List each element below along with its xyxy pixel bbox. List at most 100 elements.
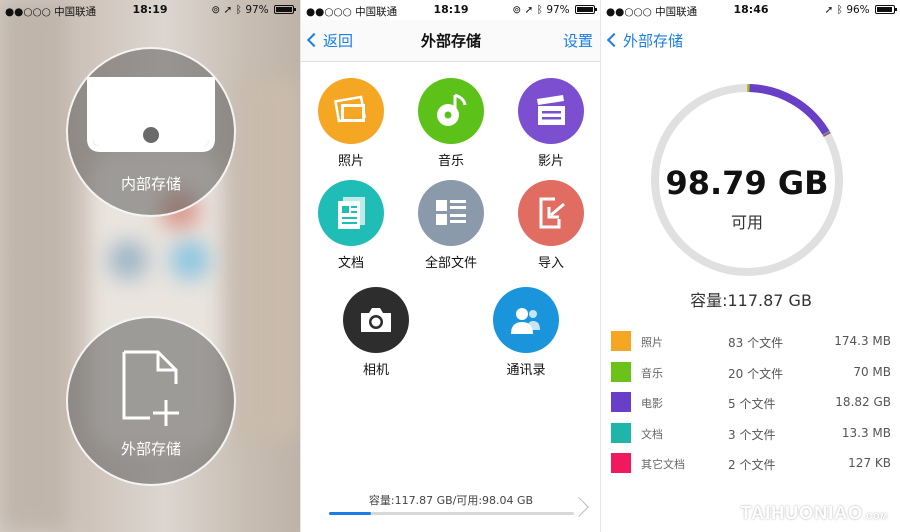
tile-all-files-label: 全部文件 (424, 256, 477, 271)
category-row: 照片 83 个文件 174.3 MB (611, 328, 895, 359)
site-watermark: TAIHUONIAO.COM (740, 503, 888, 524)
internal-storage-button[interactable]: 内部存储 (66, 47, 236, 217)
available-label: 可用 (730, 213, 763, 232)
tile-import-label: 导入 (537, 256, 564, 271)
tile-import[interactable]: 导入 (506, 180, 596, 271)
location-icon: ➚ (524, 4, 534, 16)
alarm-icon: ⊚ (512, 4, 522, 16)
category-size: 18.82 GB (835, 395, 891, 409)
watermark-suffix: .COM (863, 512, 888, 521)
category-row: 电影 5 个文件 18.82 GB (611, 389, 895, 420)
music-disc (418, 78, 484, 144)
grid-list-icon (436, 200, 466, 225)
capacity-label: 容量:117.87 GB (690, 291, 812, 310)
category-swatch (611, 392, 631, 412)
status-bar: ●●○○○ 中国联通 18:19 ⊚ ➚ ᛒ 97% (0, 0, 300, 20)
category-name: 音乐 (641, 366, 663, 380)
battery-icon (274, 5, 296, 14)
category-count: 5 个文件 (728, 397, 776, 411)
category-swatch (611, 453, 631, 473)
tile-contacts-label: 通讯录 (506, 363, 546, 378)
new-file-icon (122, 350, 179, 426)
external-storage-screen: ●●○○○ 中国联通 18:19 ⊚ ➚ ᛒ 97% 返回 外部存储 设置 照片 (300, 0, 600, 532)
category-count: 3 个文件 (728, 427, 776, 442)
category-row: 其它文档 2 个文件 127 KB (611, 450, 895, 481)
category-count: 2 个文件 (728, 458, 776, 472)
contacts-disc (493, 287, 559, 353)
bluetooth-icon: ᛒ (536, 4, 543, 16)
ring-segment (823, 131, 831, 137)
docs-disc (318, 180, 384, 246)
tile-contacts[interactable]: 通讯录 (481, 287, 571, 378)
capacity-progress-bar (329, 512, 574, 515)
battery-percent: 97% (546, 4, 570, 16)
bluetooth-icon: ᛒ (836, 4, 843, 16)
chevron-left-icon (606, 32, 622, 48)
watermark-text: TAIHUONIAO (740, 503, 864, 523)
battery-fill (577, 7, 593, 12)
storage-home-screen: ●●○○○ 中国联通 18:19 ⊚ ➚ ᛒ 97% 内部存储 外部存储 (0, 0, 300, 532)
battery-indicator: ⊚ ➚ ᛒ 97% (512, 4, 597, 16)
movies-disc (518, 78, 584, 144)
tile-movies[interactable]: 影片 (506, 78, 596, 169)
category-swatch (611, 331, 631, 351)
tile-all-files[interactable]: 全部文件 (406, 180, 496, 271)
external-storage-label: 外部存储 (120, 440, 181, 458)
tile-docs-label: 文档 (337, 256, 364, 271)
category-count: 20 个文件 (728, 366, 784, 381)
storage-detail-screen: ●●○○○ 中国联通 18:46 ➚ ᛒ 96% 外部存储 98.79 GB 可… (600, 0, 900, 532)
tile-photos[interactable]: 照片 (306, 78, 396, 169)
battery-indicator: ➚ ᛒ 96% (825, 4, 897, 16)
battery-percent: 96% (846, 4, 870, 16)
category-size: 13.3 MB (841, 425, 891, 440)
external-storage-button[interactable]: 外部存储 (66, 316, 236, 486)
import-icon (539, 197, 565, 229)
category-swatch (611, 422, 631, 443)
ring-segment (822, 130, 831, 136)
music-icon (437, 93, 467, 126)
category-count: 83 个文件 (728, 336, 784, 350)
battery-indicator: ⊚ ➚ ᛒ 97% (211, 4, 296, 16)
clapperboard-icon (537, 95, 565, 125)
internal-storage-label: 内部存储 (120, 175, 181, 193)
status-bar: ●●○○○ 中国联通 18:46 ➚ ᛒ 96% (601, 0, 900, 20)
settings-button[interactable]: 设置 (563, 30, 593, 51)
category-name: 其它文档 (641, 458, 685, 471)
available-value: 98.79 GB (665, 164, 829, 202)
photos-disc (318, 78, 384, 144)
page-title: 外部存储 (420, 32, 481, 50)
category-swatch (611, 361, 631, 382)
tile-music-label: 音乐 (437, 154, 464, 169)
status-bar: ●●○○○ 中国联通 18:19 ⊚ ➚ ᛒ 97% (301, 0, 600, 20)
category-name: 文档 (641, 427, 663, 441)
tile-camera[interactable]: 相机 (331, 287, 421, 378)
category-name: 照片 (641, 336, 663, 349)
storage-ring-chart: 98.79 GB 可用 (647, 80, 847, 280)
capacity-progress-fill (329, 512, 371, 515)
battery-fill (276, 7, 292, 12)
category-size: 70 MB (853, 364, 891, 379)
category-size: 127 KB (848, 456, 891, 470)
contacts-icon (511, 308, 540, 334)
camera-icon (361, 308, 391, 332)
category-row: 文档 3 个文件 13.3 MB (611, 420, 895, 451)
tile-camera-label: 相机 (362, 363, 389, 378)
navigation-bar: 返回 外部存储 设置 (301, 20, 600, 62)
battery-icon (875, 5, 897, 14)
all-files-disc (418, 180, 484, 246)
alarm-icon: ⊚ (211, 4, 221, 16)
import-disc (518, 180, 584, 246)
navigation-bar: 外部存储 (601, 20, 900, 62)
tile-docs[interactable]: 文档 (306, 180, 396, 271)
camera-disc (343, 287, 409, 353)
battery-percent: 97% (245, 4, 269, 16)
document-icon (338, 197, 365, 229)
tile-movies-label: 影片 (537, 154, 564, 169)
back-button[interactable]: 外部存储 (606, 30, 683, 51)
category-name: 电影 (641, 397, 663, 410)
capacity-summary: 容量:117.87 GB/可用:98.04 GB (368, 494, 534, 507)
bluetooth-icon: ᛒ (235, 4, 242, 16)
tile-music[interactable]: 音乐 (406, 78, 496, 169)
location-icon: ➚ (223, 4, 233, 16)
category-size: 174.3 MB (834, 334, 891, 348)
